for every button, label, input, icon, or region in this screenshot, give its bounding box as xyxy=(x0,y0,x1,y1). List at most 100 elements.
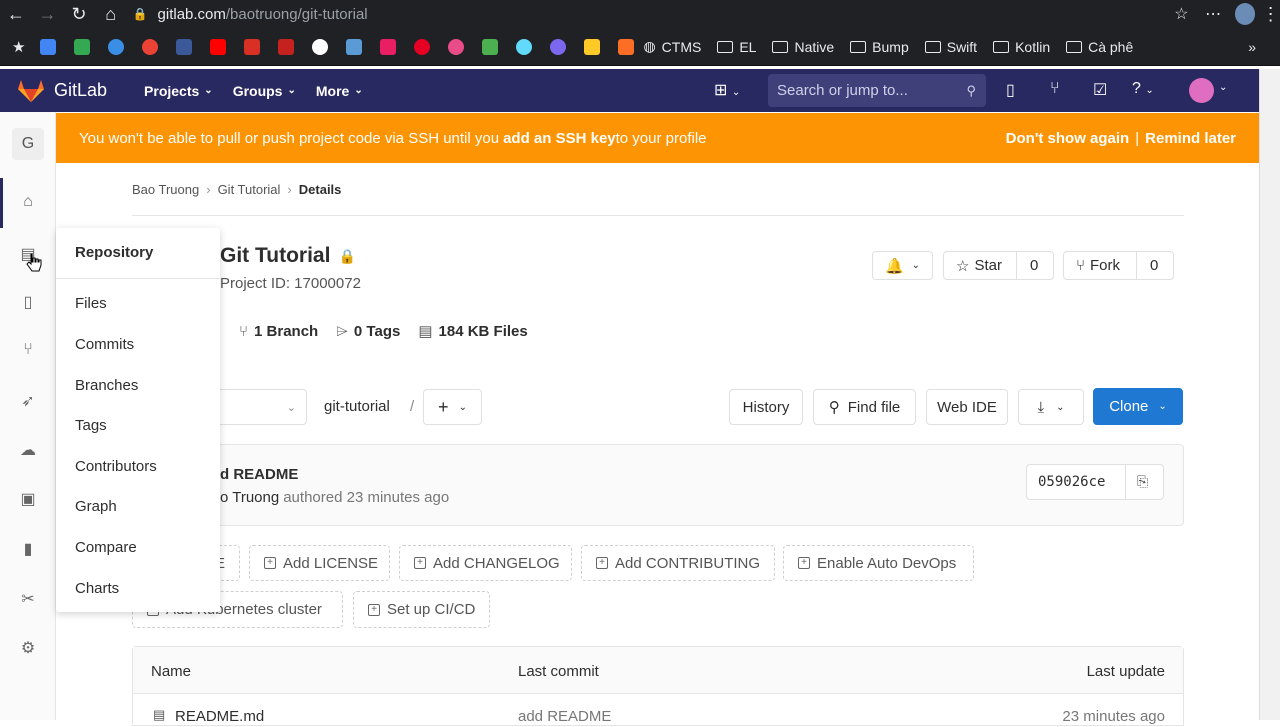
merge-requests-icon[interactable]: ⑂ xyxy=(1050,80,1060,98)
gitlab-bookmark-icon[interactable] xyxy=(618,38,635,55)
find-file-button[interactable]: ⚲ Find file xyxy=(813,389,916,425)
branch-count[interactable]: 1 Branch xyxy=(254,323,318,340)
react-bookmark-icon[interactable] xyxy=(516,38,533,55)
m-bookmark-icon[interactable] xyxy=(380,38,397,55)
remind-later-link[interactable]: Remind later xyxy=(1145,130,1236,147)
web-ide-button[interactable]: Web IDE xyxy=(926,389,1008,425)
bookmark-folder-bump[interactable]: Bump xyxy=(850,39,909,55)
flyout-item-commits[interactable]: Commits xyxy=(75,336,134,353)
file-name[interactable]: README.md xyxy=(175,708,264,725)
breadcrumb-user[interactable]: Bao Truong xyxy=(132,182,199,197)
dribbble-bookmark-icon[interactable] xyxy=(448,38,465,55)
commit-author[interactable]: o Truong xyxy=(220,489,279,506)
file-commit[interactable]: add README xyxy=(518,708,611,725)
cloud-bookmark-icon[interactable] xyxy=(108,38,125,55)
more-menu[interactable]: More ⌄ xyxy=(316,83,363,99)
cloud-icon[interactable]: ☁ xyxy=(17,440,39,462)
add-contributing-button[interactable]: + Add CONTRIBUTING xyxy=(581,545,775,581)
page-scrollbar[interactable] xyxy=(1259,69,1280,720)
repo-path[interactable]: git-tutorial xyxy=(324,398,390,415)
project-avatar[interactable]: G xyxy=(12,128,44,160)
groups-menu[interactable]: Groups ⌄ xyxy=(233,83,296,99)
browser-menu-icon[interactable]: ⋮ xyxy=(1261,4,1280,25)
flyout-item-branches[interactable]: Branches xyxy=(75,377,138,394)
bookmark-folder-swift[interactable]: Swift xyxy=(924,39,977,55)
b-bookmark-icon[interactable] xyxy=(244,38,261,55)
gmail-bookmark-icon[interactable] xyxy=(278,38,295,55)
star-button[interactable]: ☆ Star 0 xyxy=(943,251,1054,280)
files-size[interactable]: 184 KB Files xyxy=(439,323,528,340)
add-license-button[interactable]: + Add LICENSE xyxy=(249,545,390,581)
translate-bookmark-icon[interactable] xyxy=(40,38,57,55)
youtube-bookmark-icon[interactable] xyxy=(210,38,227,55)
snippets-icon[interactable]: ✂ xyxy=(17,589,39,611)
breadcrumb-project[interactable]: Git Tutorial xyxy=(218,182,281,197)
bookmark-folder-native[interactable]: Native xyxy=(772,39,834,55)
graphql-bookmark-icon[interactable] xyxy=(550,38,567,55)
new-item-icon[interactable]: ⊞ ⌄ xyxy=(714,80,740,100)
tag-count[interactable]: 0 Tags xyxy=(354,323,400,340)
flyout-item-charts[interactable]: Charts xyxy=(75,580,119,597)
flyout-item-graph[interactable]: Graph xyxy=(75,498,117,515)
chevron-down-icon[interactable]: ⌄ xyxy=(1219,82,1227,93)
blue-bookmark-icon[interactable] xyxy=(346,38,363,55)
flyout-item-contributors[interactable]: Contributors xyxy=(75,458,157,475)
wiki-icon[interactable]: ▮ xyxy=(17,539,39,561)
flyout-title[interactable]: Repository xyxy=(75,244,153,261)
reload-icon[interactable]: ↻ xyxy=(63,4,95,25)
flyout-item-compare[interactable]: Compare xyxy=(75,539,137,556)
bookmarks-star-icon[interactable]: ★ xyxy=(12,38,25,56)
add-changelog-button[interactable]: + Add CHANGELOG xyxy=(399,545,572,581)
fork-button[interactable]: ⑂ Fork 0 xyxy=(1063,251,1174,280)
more-bookmarks-icon[interactable]: » xyxy=(1248,39,1256,55)
profile-avatar[interactable] xyxy=(1234,3,1256,25)
merge-requests-icon[interactable]: ⑂ xyxy=(17,341,39,363)
firebase-bookmark-icon[interactable] xyxy=(584,38,601,55)
flyout-item-files[interactable]: Files xyxy=(75,295,107,312)
dont-show-again-link[interactable]: Don't show again xyxy=(1006,130,1130,147)
copy-icon[interactable]: ⎘ xyxy=(1137,473,1148,490)
bookmark-folder-kotlin[interactable]: Kotlin xyxy=(993,39,1050,55)
facebook-bookmark-icon[interactable] xyxy=(176,38,193,55)
home-icon[interactable]: ⌂ xyxy=(17,193,39,215)
settings-gear-icon[interactable]: ⚙ xyxy=(17,638,39,660)
clone-button[interactable]: Clone ⌄ xyxy=(1093,388,1183,425)
user-avatar[interactable] xyxy=(1189,78,1214,103)
package-icon[interactable]: ▣ xyxy=(17,489,39,511)
address-bar[interactable]: 🔒 gitlab.com/baotruong/git-tutorial xyxy=(132,1,1166,27)
bookmark-ctms[interactable]: ◍ CTMS xyxy=(643,38,701,55)
issues-icon[interactable]: ▯ xyxy=(17,292,39,314)
add-ssh-key-link[interactable]: add an SSH key xyxy=(503,130,616,147)
commit-sha[interactable]: 059026ce xyxy=(1038,474,1105,490)
extension-icon[interactable]: ⋯ xyxy=(1197,4,1229,24)
bookmark-folder-caphe[interactable]: Cà phê xyxy=(1066,39,1133,55)
add-file-dropdown[interactable]: + ⌄ xyxy=(423,389,482,425)
drive-bookmark-icon[interactable] xyxy=(74,38,91,55)
todos-icon[interactable]: ☑ xyxy=(1093,80,1107,100)
enable-auto-devops-button[interactable]: + Enable Auto DevOps xyxy=(783,545,974,581)
table-row[interactable]: ▤ README.md add README 23 minutes ago xyxy=(133,695,1183,727)
forward-icon[interactable]: → xyxy=(32,4,64,25)
file-table: Name Last commit Last update ▤ README.md… xyxy=(132,646,1184,726)
setup-cicd-button[interactable]: + Set up CI/CD xyxy=(353,591,490,628)
rocket-icon[interactable]: ➶ xyxy=(17,391,39,413)
back-icon[interactable]: ← xyxy=(0,4,32,25)
issues-icon[interactable]: ▯ xyxy=(1006,80,1015,100)
help-icon[interactable]: ? ⌄ xyxy=(1132,80,1154,98)
google-bookmark-icon[interactable] xyxy=(312,38,329,55)
history-button[interactable]: History xyxy=(729,389,803,425)
search-input[interactable]: Search or jump to... ⚲ xyxy=(768,74,986,107)
flyout-item-tags[interactable]: Tags xyxy=(75,417,107,434)
commit-message[interactable]: d README xyxy=(220,466,298,483)
notification-dropdown[interactable]: 🔔 ⌄ xyxy=(872,251,933,280)
bookmark-folder-el[interactable]: EL xyxy=(717,39,756,55)
bookmark-star-icon[interactable]: ☆ xyxy=(1166,4,1198,24)
gitlab-logo[interactable]: GitLab xyxy=(18,79,107,102)
ssh-key-warning-banner: You won't be able to pull or push projec… xyxy=(56,113,1259,163)
leaf-bookmark-icon[interactable] xyxy=(482,38,499,55)
projects-menu[interactable]: Projects ⌄ xyxy=(144,83,213,99)
chrome-bookmark-icon[interactable] xyxy=(142,38,159,55)
home-icon[interactable]: ⌂ xyxy=(95,4,127,25)
download-dropdown[interactable]: ⤓ ⌄ xyxy=(1018,389,1084,425)
pinterest-bookmark-icon[interactable] xyxy=(414,38,431,55)
